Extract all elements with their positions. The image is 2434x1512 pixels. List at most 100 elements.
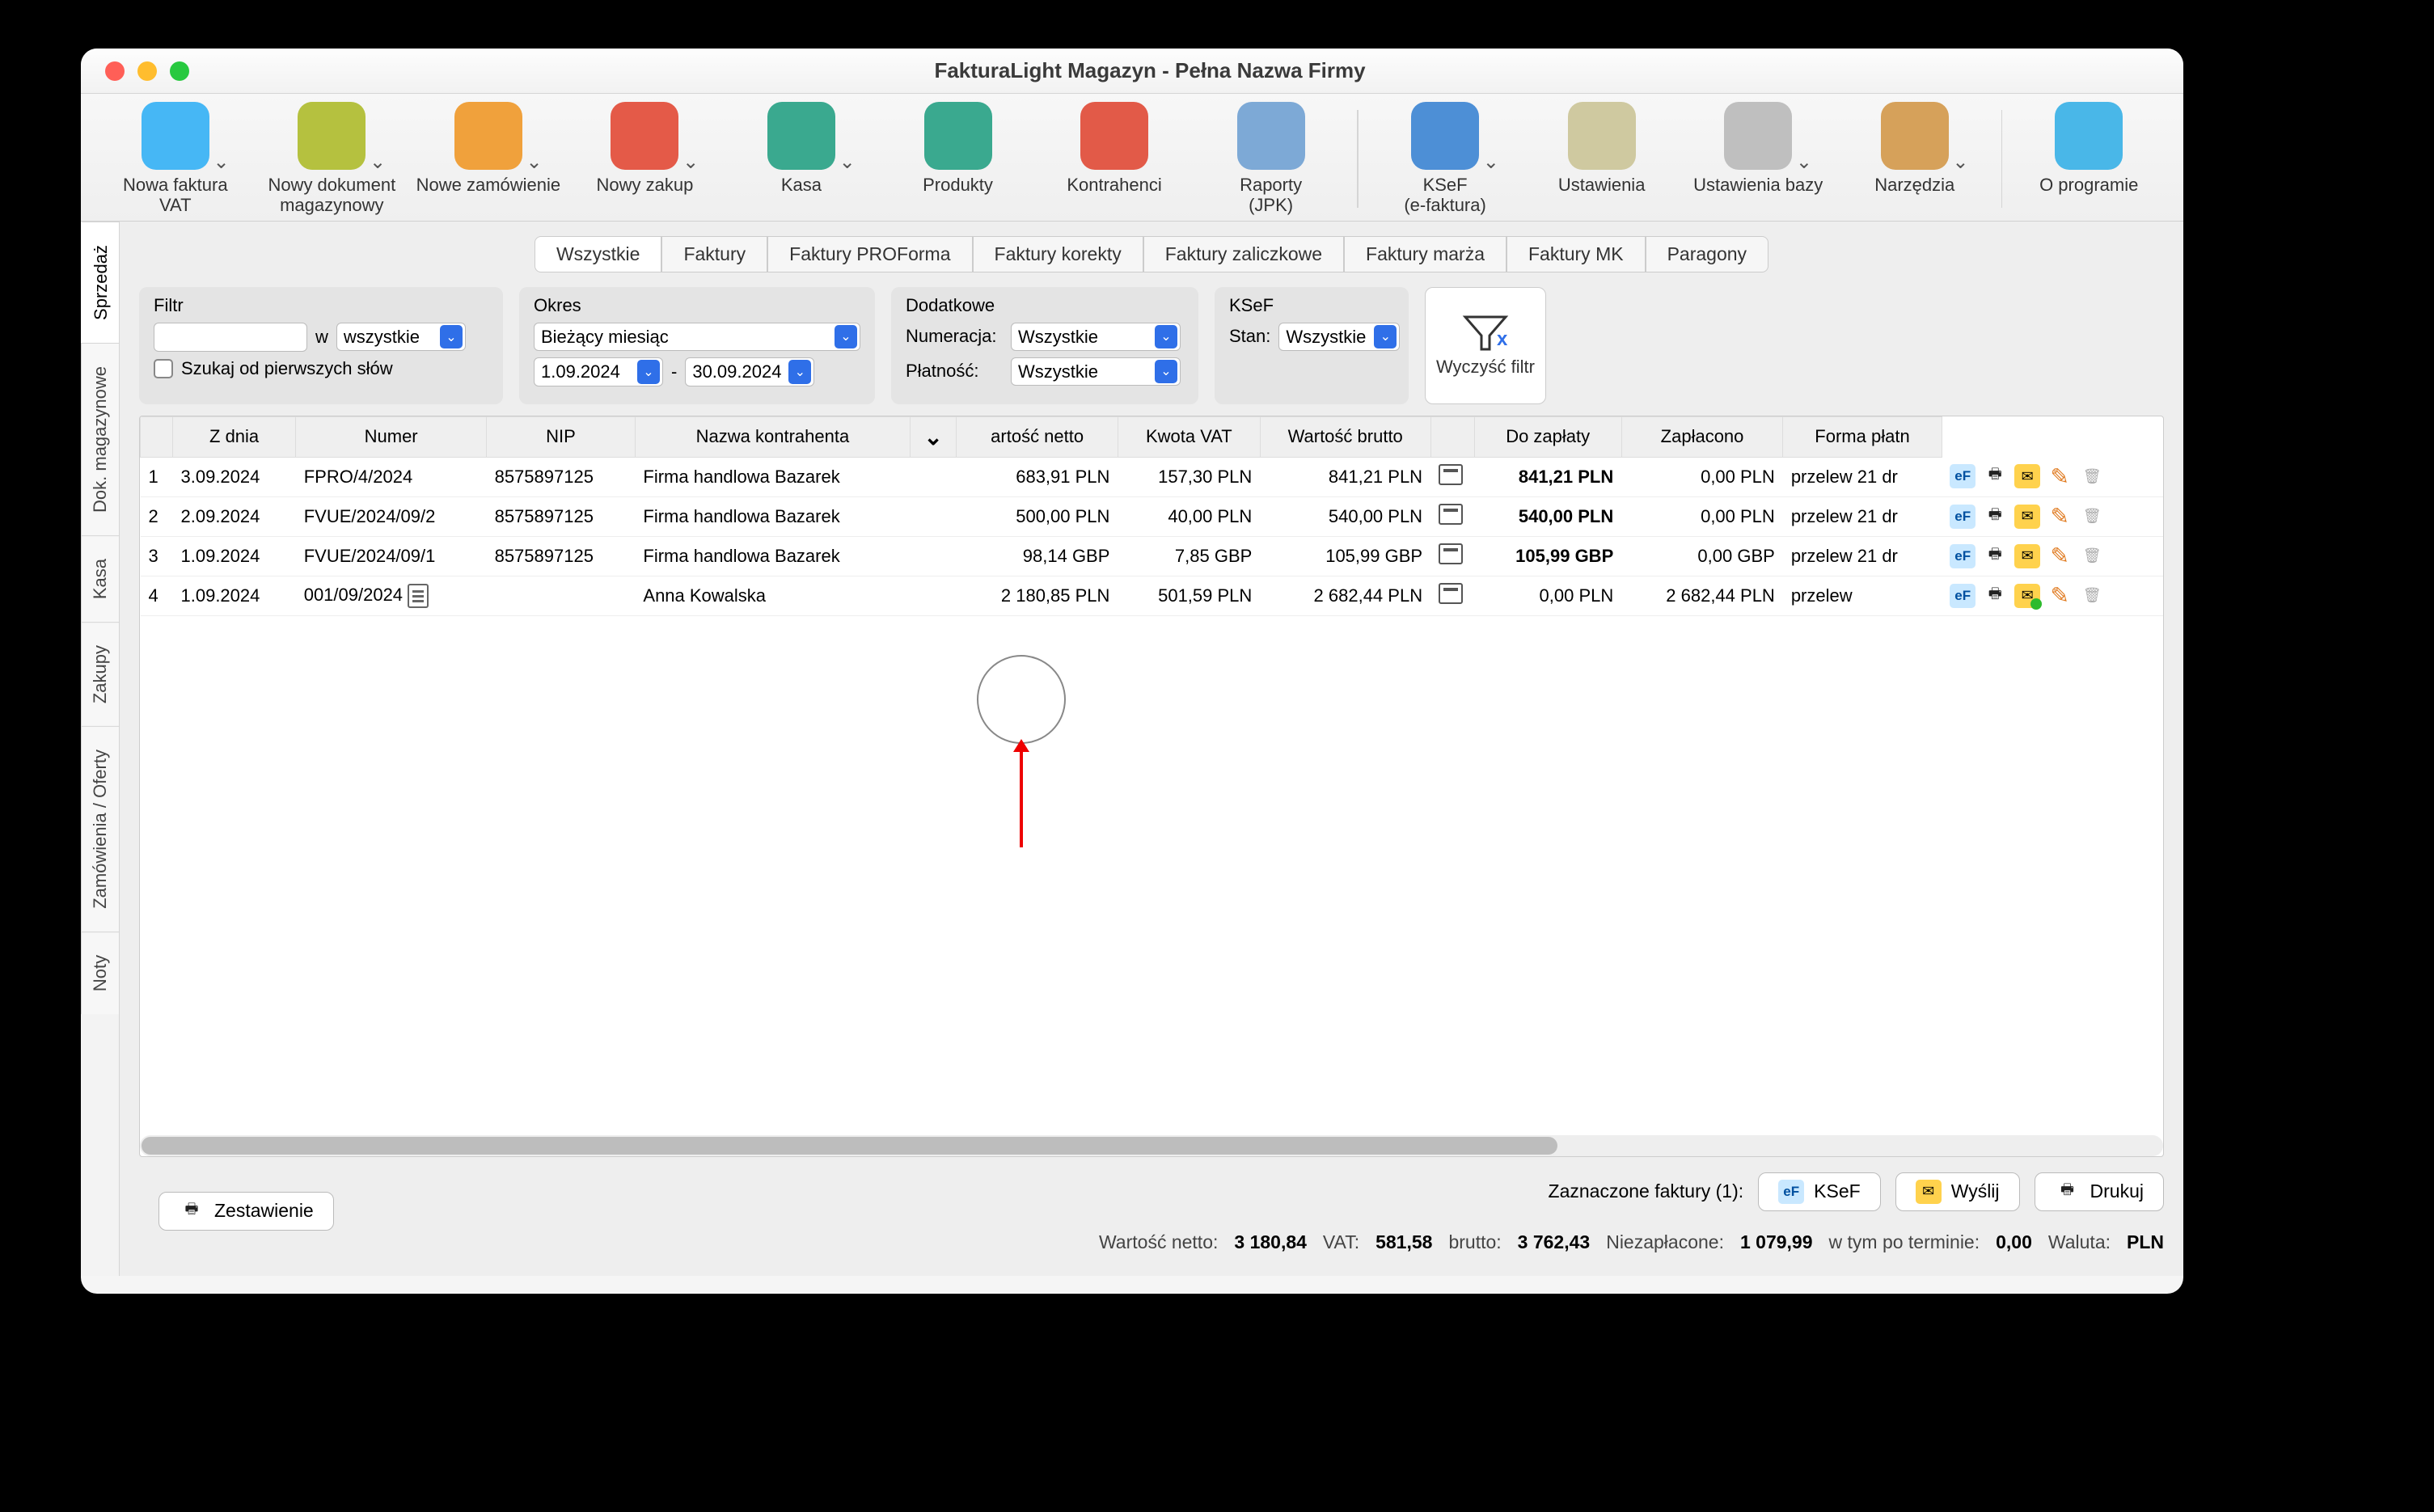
- toolbar-kontrahenci[interactable]: Kontrahenci: [1036, 102, 1193, 195]
- chevron-down-icon[interactable]: ⌄: [1952, 150, 1968, 174]
- chevron-down-icon[interactable]: ⌄: [440, 325, 463, 348]
- tab-paragony[interactable]: Paragony: [1646, 236, 1768, 272]
- toolbar-ustawienia-bazy[interactable]: Ustawienia bazy⌄: [1680, 102, 1836, 195]
- printer-icon[interactable]: 🖶: [1982, 584, 2008, 608]
- chevron-down-icon[interactable]: ⌄: [370, 150, 386, 174]
- cell-gross: 105,99 GBP: [1260, 536, 1430, 576]
- chevron-down-icon[interactable]: ⌄: [1155, 360, 1177, 383]
- horizontal-scrollbar[interactable]: [140, 1135, 2163, 1156]
- printer-icon[interactable]: 🖶: [1982, 544, 2008, 568]
- chevron-down-icon[interactable]: ⌄: [835, 325, 857, 348]
- col-wartość-brutto[interactable]: Wartość brutto: [1260, 416, 1430, 457]
- trash-icon[interactable]: 🗑: [2079, 584, 2105, 608]
- trash-icon[interactable]: 🗑: [2079, 464, 2105, 488]
- search-first-words-checkbox[interactable]: [154, 359, 173, 378]
- col-forma-płatn[interactable]: Forma płatn: [1783, 416, 1942, 457]
- cell-name: Firma handlowa Bazarek: [635, 536, 910, 576]
- toolbar-ustawienia[interactable]: Ustawienia: [1523, 102, 1680, 195]
- tab-wszystkie[interactable]: Wszystkie: [535, 236, 662, 272]
- mail-icon[interactable]: ✉: [2014, 505, 2040, 529]
- col-blank-[interactable]: ⌄: [910, 416, 956, 457]
- tab-faktury-marża[interactable]: Faktury marża: [1344, 236, 1506, 272]
- print-button[interactable]: 🖶Drukuj: [2035, 1172, 2164, 1211]
- chevron-down-icon[interactable]: ⌄: [637, 360, 660, 384]
- printer-icon[interactable]: 🖶: [1982, 464, 2008, 488]
- toolbar-kasa[interactable]: Kasa⌄: [723, 102, 880, 195]
- mail-icon[interactable]: ✉: [2014, 544, 2040, 568]
- toolbar-nowe-zam-wienie[interactable]: Nowe zamówienie⌄: [410, 102, 567, 195]
- calendar-icon: [1439, 464, 1463, 485]
- printer-icon[interactable]: 🖶: [1982, 505, 2008, 529]
- period-preset-select[interactable]: Bieżący miesiąc: [534, 323, 860, 351]
- cell-gross: 540,00 PLN: [1260, 496, 1430, 536]
- edit-icon[interactable]: ✎: [2047, 464, 2073, 488]
- col-blank-[interactable]: [141, 416, 173, 457]
- col-artość-netto[interactable]: artość netto: [957, 416, 1118, 457]
- table-row[interactable]: 22.09.2024FVUE/2024/09/28575897125Firma …: [141, 496, 2164, 536]
- sidetab-zakupy[interactable]: Zakupy: [81, 622, 119, 726]
- clear-filter-button[interactable]: x Wyczyść filtr: [1425, 287, 1546, 404]
- table-row[interactable]: 41.09.2024001/09/2024 Anna Kowalska2 180…: [141, 576, 2164, 615]
- chevron-down-icon[interactable]: ⌄: [1483, 150, 1499, 174]
- ef-icon[interactable]: eF: [1950, 544, 1976, 568]
- filter-title: Filtr: [154, 295, 488, 316]
- trash-icon[interactable]: 🗑: [2079, 505, 2105, 529]
- minimize-icon[interactable]: [137, 61, 157, 81]
- toolbar-nowy-dokument[interactable]: Nowy dokumentmagazynowy⌄: [254, 102, 411, 216]
- table-row[interactable]: 31.09.2024FVUE/2024/09/18575897125Firma …: [141, 536, 2164, 576]
- sidetab-kasa[interactable]: Kasa: [81, 535, 119, 622]
- send-button[interactable]: ✉Wyślij: [1895, 1172, 2020, 1211]
- close-icon[interactable]: [105, 61, 125, 81]
- ksef-state-label: Stan:: [1229, 326, 1270, 347]
- chevron-down-icon[interactable]: ⌄: [839, 150, 856, 174]
- toolbar-icon: [924, 102, 992, 170]
- col-kwota-vat[interactable]: Kwota VAT: [1118, 416, 1260, 457]
- col-numer[interactable]: Numer: [296, 416, 487, 457]
- edit-icon[interactable]: ✎: [2047, 584, 2073, 608]
- table-row[interactable]: 13.09.2024FPRO/4/20248575897125Firma han…: [141, 457, 2164, 496]
- edit-icon[interactable]: ✎: [2047, 505, 2073, 529]
- col-do-zapłaty[interactable]: Do zapłaty: [1474, 416, 1621, 457]
- summary-button[interactable]: 🖶Zestawienie: [158, 1192, 334, 1231]
- col-nip[interactable]: NIP: [487, 416, 636, 457]
- tab-faktury-zaliczkowe[interactable]: Faktury zaliczkowe: [1143, 236, 1344, 272]
- toolbar-nowa-faktura[interactable]: Nowa fakturaVAT⌄: [97, 102, 254, 216]
- col-z-dnia[interactable]: Z dnia: [173, 416, 296, 457]
- mail-icon[interactable]: ✉: [2014, 584, 2040, 608]
- filter-text-input[interactable]: [154, 323, 307, 352]
- sidetab-sprzedaż[interactable]: Sprzedaż: [81, 222, 119, 343]
- toolbar-narz-dzia[interactable]: Narzędzia⌄: [1836, 102, 1993, 195]
- tab-faktury-mk[interactable]: Faktury MK: [1506, 236, 1646, 272]
- edit-icon[interactable]: ✎: [2047, 544, 2073, 568]
- ksef-button[interactable]: eFKSeF: [1758, 1172, 1881, 1211]
- ef-icon[interactable]: eF: [1950, 584, 1976, 608]
- sidetab-zamówienia-oferty[interactable]: Zamówienia / Oferty: [81, 726, 119, 931]
- toolbar-raporty[interactable]: Raporty(JPK): [1193, 102, 1350, 216]
- trash-icon[interactable]: 🗑: [2079, 544, 2105, 568]
- chevron-down-icon[interactable]: ⌄: [1796, 150, 1812, 174]
- chevron-down-icon[interactable]: ⌄: [1374, 325, 1397, 348]
- col-zapłacono[interactable]: Zapłacono: [1621, 416, 1783, 457]
- col-nazwa-kontrahenta[interactable]: Nazwa kontrahenta: [635, 416, 910, 457]
- toolbar-nowy-zakup[interactable]: Nowy zakup⌄: [567, 102, 724, 195]
- chevron-down-icon[interactable]: ⌄: [788, 360, 811, 384]
- mail-icon[interactable]: ✉: [2014, 464, 2040, 488]
- chevron-down-icon[interactable]: ⌄: [1155, 325, 1177, 348]
- ef-icon[interactable]: eF: [1950, 505, 1976, 529]
- toolbar-ksef[interactable]: KSeF(e-faktura)⌄: [1367, 102, 1523, 216]
- document-type-tabs: WszystkieFakturyFaktury PROFormaFaktury …: [139, 236, 2164, 272]
- tab-faktury-proforma[interactable]: Faktury PROForma: [767, 236, 972, 272]
- cell-nip: [487, 576, 636, 615]
- tab-faktury-korekty[interactable]: Faktury korekty: [973, 236, 1143, 272]
- chevron-down-icon[interactable]: ⌄: [213, 150, 229, 174]
- zoom-icon[interactable]: [170, 61, 189, 81]
- tab-faktury[interactable]: Faktury: [661, 236, 767, 272]
- chevron-down-icon[interactable]: ⌄: [682, 150, 699, 174]
- toolbar-o-programie[interactable]: O programie: [2010, 102, 2167, 195]
- chevron-down-icon[interactable]: ⌄: [526, 150, 543, 174]
- sidetab-noty[interactable]: Noty: [81, 931, 119, 1014]
- col-blank-[interactable]: [1430, 416, 1474, 457]
- toolbar-produkty[interactable]: Produkty: [880, 102, 1037, 195]
- sidetab-dok-magazynowe[interactable]: Dok. magazynowe: [81, 343, 119, 535]
- ef-icon[interactable]: eF: [1950, 464, 1976, 488]
